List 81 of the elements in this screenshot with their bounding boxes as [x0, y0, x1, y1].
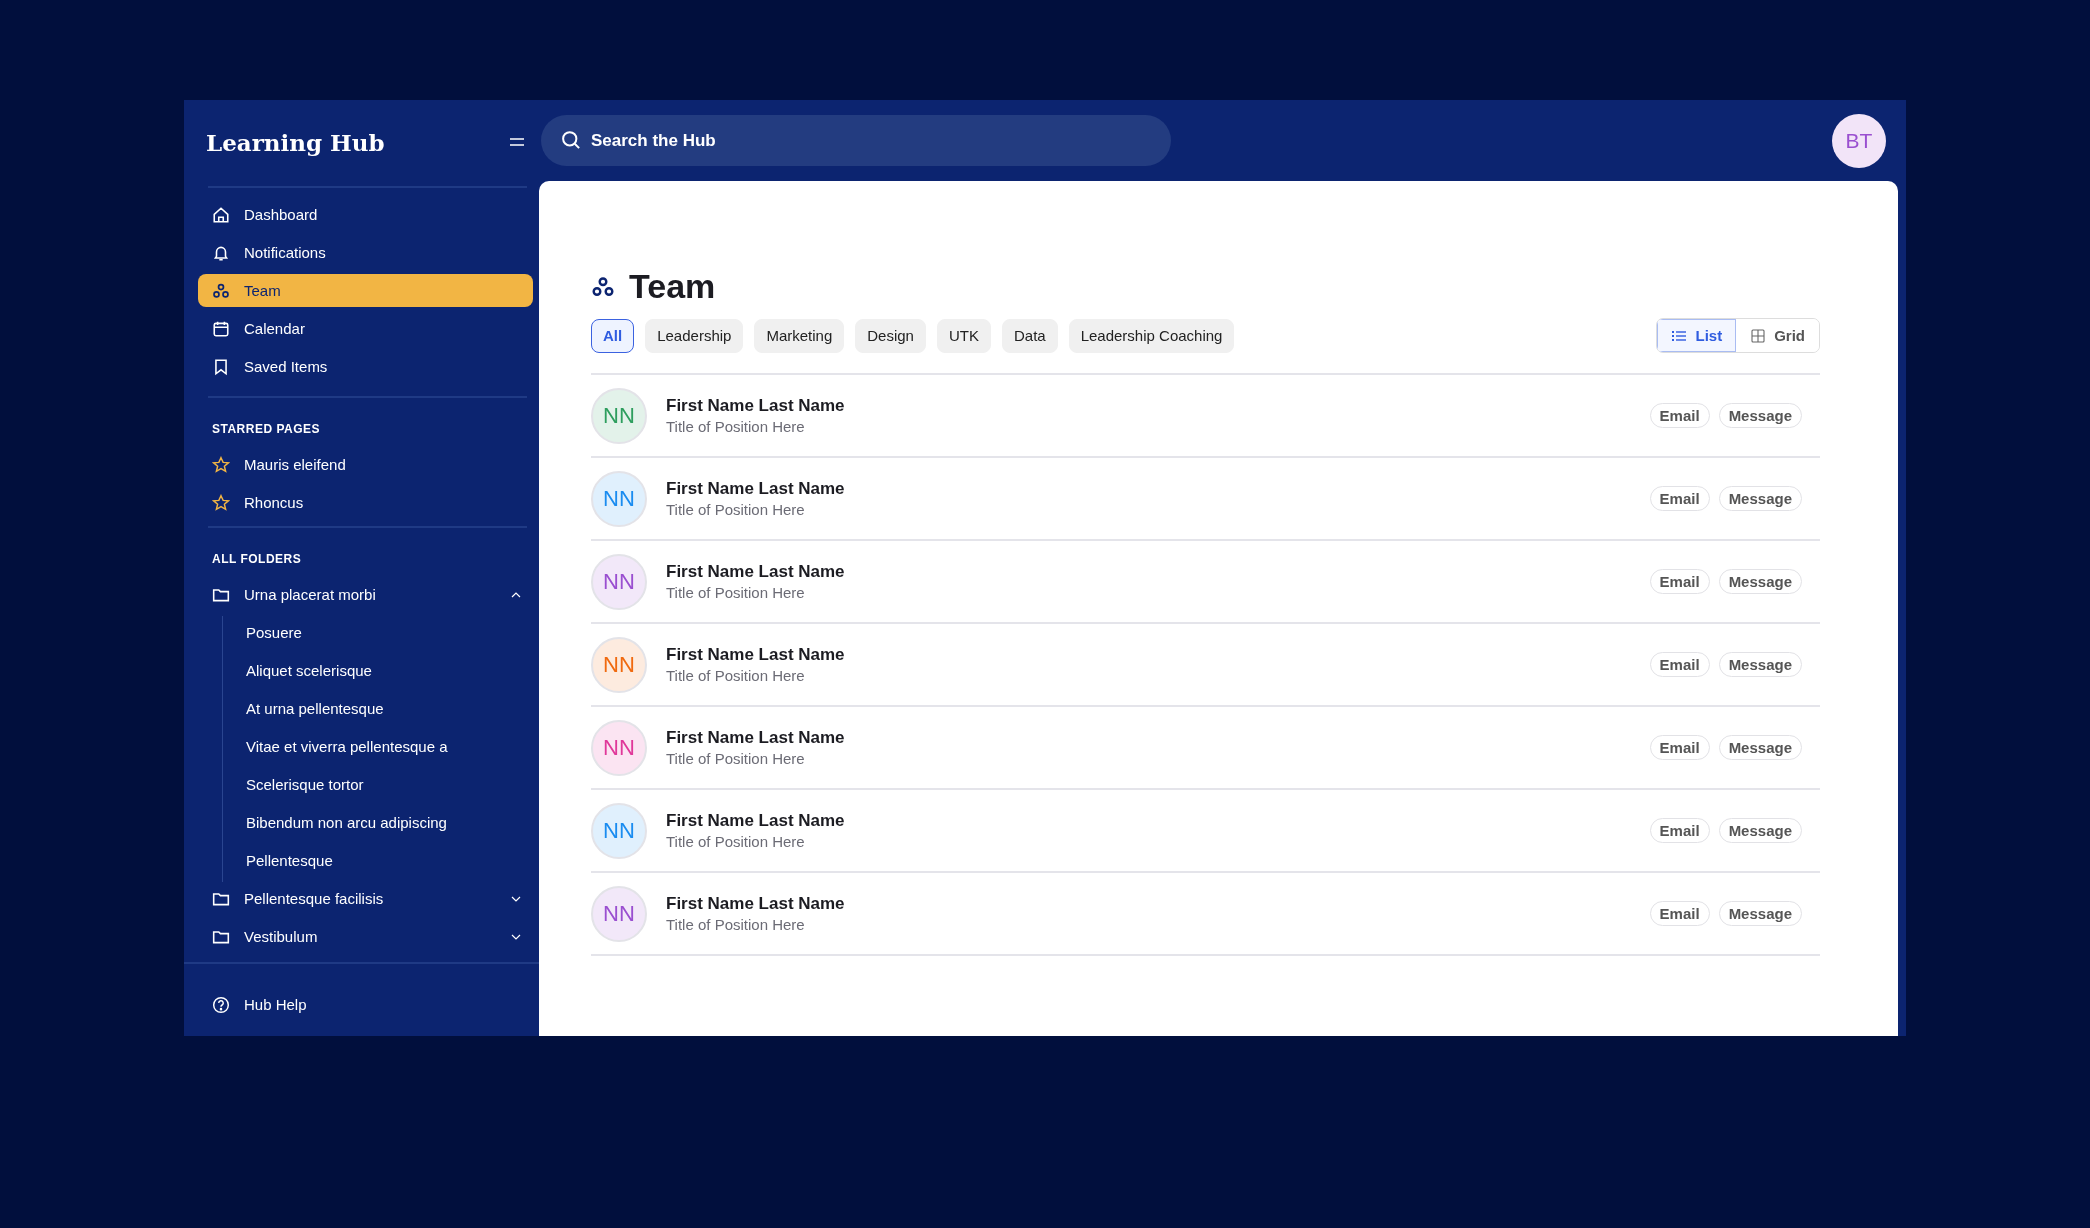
member-name: First Name Last Name — [666, 396, 846, 416]
grid-icon — [1750, 327, 1767, 344]
member-title: Title of Position Here — [666, 501, 806, 518]
member-avatar: NN — [591, 553, 647, 610]
action-button[interactable]: Message — [1718, 735, 1802, 760]
action-button[interactable]: Message — [1718, 403, 1802, 428]
nav-item[interactable]: Dashboard — [198, 198, 533, 231]
subfolder-link[interactable]: Pellentesque — [223, 844, 539, 877]
filter-tab[interactable]: Leadership Coaching — [1068, 318, 1235, 353]
member-title: Title of Position Here — [666, 916, 806, 933]
section-heading: ALL FOLDERS — [211, 551, 303, 568]
subfolder-link[interactable]: Vitae et viverra pellentesque a — [223, 730, 539, 763]
filter-tab[interactable]: Design — [855, 318, 926, 353]
chevron-up-icon[interactable] — [511, 591, 521, 598]
folder-item[interactable]: Urna placerat morbi — [198, 578, 533, 611]
member-title: Title of Position Here — [666, 750, 806, 767]
member-title: Title of Position Here — [666, 418, 806, 435]
folder-item[interactable]: Pellentesque facilisis — [198, 882, 533, 915]
member-name: First Name Last Name — [666, 645, 846, 665]
member-name: First Name Last Name — [666, 811, 846, 831]
bookmark-icon — [212, 357, 230, 376]
member-avatar: NN — [591, 719, 647, 776]
member-name: First Name Last Name — [666, 728, 846, 748]
subfolder-link[interactable]: Bibendum non arcu adipiscing — [223, 806, 539, 839]
subfolder-link[interactable]: Aliquet scelerisque — [223, 654, 539, 687]
view-toggle[interactable]: List — [1657, 319, 1737, 352]
member-avatar: NN — [591, 636, 647, 693]
page-title: Team — [629, 267, 716, 306]
action-button[interactable]: Email — [1649, 735, 1710, 760]
search-field[interactable]: Search the Hub — [541, 115, 1171, 166]
nav-item[interactable]: Notifications — [198, 236, 533, 269]
chevron-down-icon[interactable] — [511, 933, 521, 940]
chevron-down-icon[interactable] — [511, 895, 521, 902]
menu-icon[interactable] — [509, 137, 525, 147]
member-title: Title of Position Here — [666, 833, 806, 850]
team-icon — [212, 281, 230, 300]
calendar-icon — [212, 319, 230, 338]
action-button[interactable]: Message — [1718, 569, 1802, 594]
filter-tab[interactable]: Marketing — [754, 318, 845, 353]
member-avatar: NN — [591, 387, 647, 444]
action-button[interactable]: Email — [1649, 901, 1710, 926]
member-name: First Name Last Name — [666, 562, 846, 582]
action-button[interactable]: Message — [1718, 486, 1802, 511]
search-icon — [561, 130, 581, 150]
help-link[interactable]: Hub Help — [198, 988, 533, 1021]
member-avatar: NN — [591, 470, 647, 527]
user-avatar[interactable]: BT — [1832, 113, 1886, 168]
member-avatar: NN — [591, 802, 647, 859]
nav-item[interactable]: Team — [198, 274, 533, 307]
home-icon — [212, 205, 230, 224]
member-name: First Name Last Name — [666, 479, 846, 499]
action-button[interactable]: Message — [1718, 652, 1802, 677]
star-icon — [212, 493, 230, 512]
starred-page-link[interactable]: Mauris eleifend — [198, 448, 533, 481]
filter-tab[interactable]: Data — [1001, 318, 1058, 353]
action-button[interactable]: Email — [1649, 569, 1710, 594]
action-button[interactable]: Email — [1649, 486, 1710, 511]
help-icon — [212, 995, 230, 1014]
filter-tab[interactable]: Leadership — [645, 318, 744, 353]
action-button[interactable]: Message — [1718, 818, 1802, 843]
member-title: Title of Position Here — [666, 584, 806, 601]
member-name: First Name Last Name — [666, 894, 846, 914]
starred-page-link[interactable]: Rhoncus — [198, 486, 533, 519]
member-avatar: NN — [591, 885, 647, 942]
action-button[interactable]: Email — [1649, 652, 1710, 677]
star-icon — [212, 455, 230, 474]
subfolder-link[interactable]: Posuere — [223, 616, 539, 649]
filter-tab[interactable]: All — [591, 318, 635, 353]
subfolder-link[interactable]: At urna pellentesque — [223, 692, 539, 725]
member-title: Title of Position Here — [666, 667, 806, 684]
app-title: Learning Hub — [206, 128, 385, 156]
nav-item[interactable]: Calendar — [198, 312, 533, 345]
team-icon — [591, 274, 615, 299]
section-heading: STARRED PAGES — [211, 421, 322, 438]
subfolder-link[interactable]: Scelerisque tortor — [223, 768, 539, 801]
action-button[interactable]: Email — [1649, 403, 1710, 428]
action-button[interactable]: Message — [1718, 901, 1802, 926]
folder-item[interactable]: Vestibulum — [198, 920, 533, 953]
filter-tab[interactable]: UTK — [936, 318, 991, 353]
nav-item[interactable]: Saved Items — [198, 350, 533, 383]
action-button[interactable]: Email — [1649, 818, 1710, 843]
